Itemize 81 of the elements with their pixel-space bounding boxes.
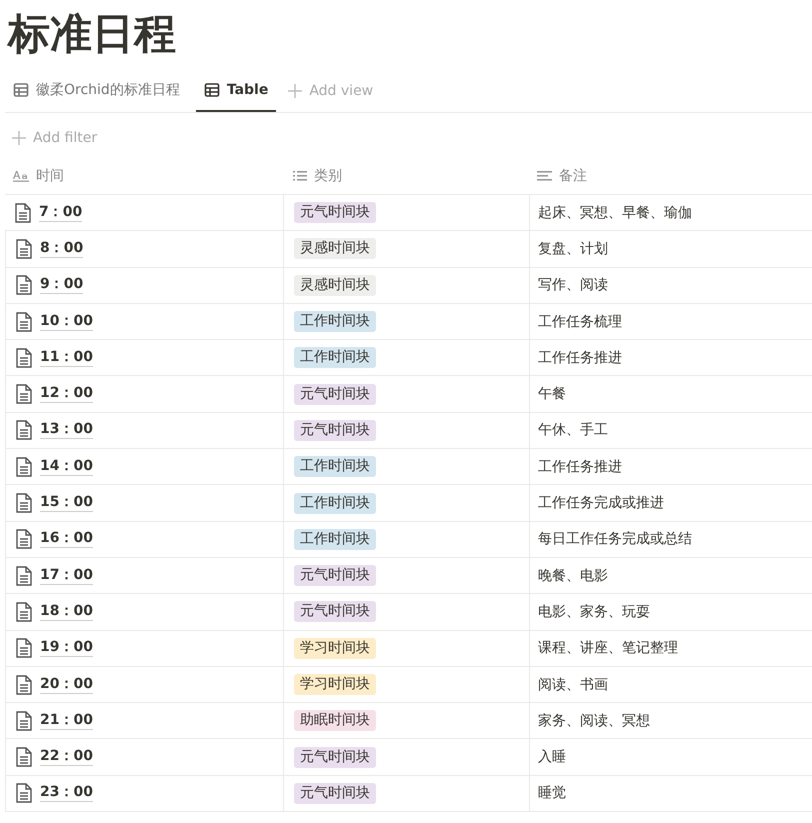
category-tag: 元气时间块	[294, 202, 376, 224]
category-tag: 灵感时间块	[294, 238, 376, 260]
column-header: 时间	[36, 167, 64, 185]
note-text: 工作任务完成或推进	[538, 494, 664, 512]
table-icon	[13, 82, 29, 98]
time-link[interactable]: 14：00	[40, 458, 93, 476]
category-tag: 工作时间块	[294, 311, 376, 332]
time-link[interactable]: 21：00	[40, 712, 93, 730]
page-icon	[16, 348, 32, 368]
note-text: 写作、阅读	[538, 276, 608, 294]
note-text: 每日工作任务完成或总结	[538, 530, 692, 548]
page-icon	[16, 710, 32, 731]
time-link[interactable]: 18：00	[40, 602, 93, 621]
category-tag: 学习时间块	[294, 638, 376, 659]
page-icon	[16, 420, 32, 440]
time-link[interactable]: 22：00	[40, 748, 93, 766]
time-link[interactable]: 12：00	[40, 385, 93, 404]
time-link[interactable]: 17：00	[40, 566, 93, 585]
time-link[interactable]: 9：00	[40, 276, 84, 294]
page-icon	[16, 238, 32, 259]
category-tag: 元气时间块	[294, 420, 376, 441]
page-icon	[16, 783, 32, 804]
category-tag: 工作时间块	[294, 347, 376, 368]
view-tab[interactable]: 徽柔Orchid的标准日程	[5, 70, 188, 112]
page-icon	[16, 493, 32, 514]
category-tag: 工作时间块	[294, 456, 376, 478]
category-tag: 工作时间块	[294, 492, 376, 514]
page-icon	[16, 275, 32, 296]
category-tag: 元气时间块	[294, 565, 376, 586]
time-link[interactable]: 10：00	[40, 312, 93, 331]
note-text: 电影、家务、玩耍	[538, 602, 650, 621]
time-link[interactable]: 20：00	[40, 676, 93, 694]
time-link[interactable]: 15：00	[40, 494, 93, 512]
column-header: 备注	[559, 167, 587, 185]
note-text: 工作任务梳理	[538, 312, 622, 331]
page-icon	[16, 674, 32, 694]
category-tag: 元气时间块	[294, 384, 376, 405]
note-text: 课程、讲座、笔记整理	[538, 639, 678, 658]
note-text: 阅读、书画	[538, 676, 608, 694]
category-tag: 学习时间块	[294, 674, 376, 695]
view-tab[interactable]: Table	[196, 70, 276, 112]
table-icon	[204, 82, 220, 98]
time-link[interactable]: 23：00	[40, 784, 93, 802]
page-icon	[16, 312, 32, 332]
category-tag: 元气时间块	[294, 746, 376, 768]
time-link[interactable]: 11：00	[40, 348, 93, 367]
category-tag: 元气时间块	[294, 782, 376, 804]
note-text: 午休、手工	[538, 421, 608, 440]
note-text: 晚餐、电影	[538, 566, 608, 585]
note-text: 工作任务推进	[538, 458, 622, 476]
page-icon	[16, 566, 32, 586]
plus-icon	[288, 84, 302, 98]
list-icon	[293, 170, 307, 182]
time-link[interactable]: 7：00	[39, 204, 82, 222]
lines-icon	[537, 170, 552, 182]
text-type-icon	[13, 170, 29, 182]
time-link[interactable]: 16：00	[40, 530, 93, 548]
category-tag: 助眠时间块	[294, 710, 376, 732]
note-text: 睡觉	[538, 784, 566, 802]
page-icon	[16, 529, 32, 550]
note-text: 复盘、计划	[538, 240, 608, 258]
category-tag: 灵感时间块	[294, 274, 376, 296]
time-link[interactable]: 19：00	[40, 639, 93, 658]
page-title: 标准日程	[6, 8, 177, 60]
note-text: 起床、冥想、早餐、瑜伽	[538, 204, 692, 222]
page-icon	[16, 638, 32, 658]
page-icon	[16, 384, 32, 404]
page-icon	[16, 456, 32, 477]
category-tag: 工作时间块	[294, 528, 376, 550]
page-icon	[16, 602, 32, 622]
column-header: 类别	[314, 167, 342, 185]
note-text: 入睡	[538, 748, 566, 766]
note-text: 家务、阅读、冥想	[538, 712, 650, 730]
plus-icon	[12, 131, 26, 145]
note-text: 工作任务推进	[538, 348, 622, 367]
page-icon	[15, 202, 31, 223]
time-link[interactable]: 13：00	[40, 421, 93, 440]
page-icon	[16, 747, 32, 768]
category-tag: 元气时间块	[294, 601, 376, 622]
note-text: 午餐	[538, 385, 566, 404]
time-link[interactable]: 8：00	[40, 240, 84, 258]
